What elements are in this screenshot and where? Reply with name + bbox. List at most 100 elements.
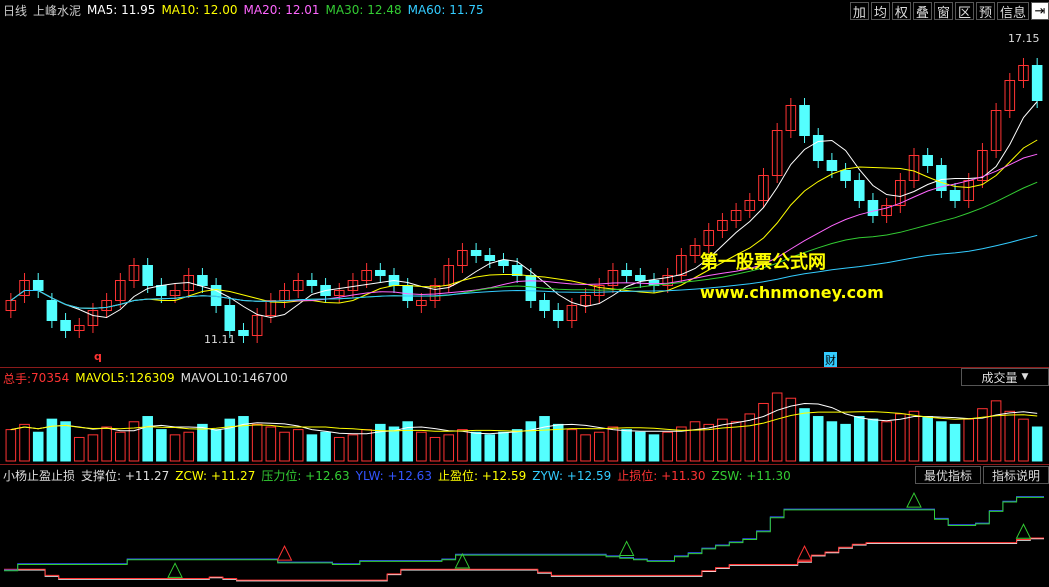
- volume-bar: [429, 436, 441, 462]
- forecast-button[interactable]: 预: [975, 2, 995, 21]
- volume-header: 总手: 70354 MAVOL5: 126309 MAVOL10: 146700: [0, 368, 960, 388]
- volume-bar: [292, 429, 304, 462]
- mavol10-value: 146700: [241, 371, 288, 385]
- ma-entry: MA30: 12.48: [325, 3, 402, 17]
- event-marker-finance[interactable]: 财: [824, 352, 837, 368]
- volume-chart[interactable]: [0, 387, 1049, 463]
- volume-bar: [457, 429, 468, 462]
- volume-bar: [238, 416, 249, 462]
- candle: [224, 305, 236, 331]
- indicator-value: 压力位: +12.63: [261, 468, 350, 483]
- volume-bar: [1004, 410, 1016, 462]
- volume-bar: [265, 426, 277, 462]
- candle: [922, 155, 933, 166]
- volume-bar: [5, 429, 17, 462]
- volume-bar: [46, 418, 58, 462]
- average-button[interactable]: 均: [870, 2, 890, 21]
- collapse-button[interactable]: ⇥: [1031, 2, 1049, 20]
- signal-triangle: [454, 552, 471, 569]
- dropdown-arrow-icon: ▼: [1021, 372, 1029, 382]
- candle: [853, 180, 865, 201]
- candle: [812, 135, 824, 161]
- signal-triangle: [167, 562, 183, 578]
- volume-bar: [799, 408, 810, 462]
- volume-bar: [87, 434, 99, 462]
- watermark-title: 第一股票公式网: [700, 252, 826, 273]
- candle: [635, 275, 646, 281]
- volume-bar: [662, 431, 673, 462]
- volume-bar: [949, 423, 961, 462]
- overlay-button[interactable]: 叠: [912, 2, 932, 21]
- candle: [210, 285, 222, 306]
- volume-bar: [388, 426, 400, 462]
- indicator-buttons: 最优指标 指标说明: [913, 466, 1049, 484]
- add-button[interactable]: 加: [849, 2, 869, 21]
- candle: [525, 275, 537, 301]
- volume-bar: [771, 392, 783, 462]
- volume-bar: [498, 431, 509, 462]
- volume-bar: [484, 434, 496, 462]
- volume-bar: [224, 418, 236, 462]
- volume-bar: [635, 431, 646, 462]
- indicator-value: 支撑位: +11.27: [81, 468, 170, 483]
- candle: [32, 280, 44, 291]
- volume-bar: [169, 434, 181, 462]
- ma-entry: MA10: 12.00: [161, 3, 238, 17]
- window-button[interactable]: 窗: [933, 2, 953, 21]
- indicator-name: 小杨止盈止损: [3, 468, 76, 483]
- volume-bar: [593, 431, 605, 462]
- volume-bar: [142, 416, 153, 462]
- high-price-label: 17.15: [1008, 32, 1040, 45]
- signal-triangle: [1015, 523, 1032, 539]
- volume-bar: [895, 413, 906, 462]
- volume-bar: [511, 429, 523, 462]
- resistance-line: [4, 496, 1044, 571]
- volume-bar: [375, 423, 386, 462]
- price-header: 日线 上峰水泥 MA5: 11.95 MA10: 12.00 MA20: 12.01…: [0, 0, 850, 20]
- candle: [949, 190, 961, 201]
- watermark-url: www.chnmoney.com: [700, 283, 884, 302]
- volume-bar: [19, 423, 30, 462]
- volume-bar: [936, 421, 947, 462]
- period-label[interactable]: 日线: [3, 2, 27, 19]
- ma-entry: MA60: 11.75: [407, 3, 484, 17]
- weight-button[interactable]: 权: [891, 2, 911, 21]
- indicator-value: 止盈位: +12.59: [437, 468, 527, 483]
- indicator-help-button[interactable]: 指标说明: [982, 466, 1049, 484]
- volume-bar: [580, 434, 591, 462]
- price-chart[interactable]: [0, 20, 1049, 366]
- ma-entry: MA20: 12.01: [243, 3, 320, 17]
- indicator-value: YLW: +12.63: [355, 468, 432, 483]
- volume-bar: [32, 431, 44, 462]
- candle: [1031, 65, 1043, 101]
- signal-triangle: [618, 540, 635, 556]
- candle: [238, 330, 249, 336]
- event-marker-q[interactable]: q: [94, 350, 102, 363]
- indicator-value: ZSW: +11.30: [711, 468, 791, 483]
- volume-bar: [525, 421, 537, 462]
- info-button[interactable]: 信息: [996, 2, 1029, 21]
- candle: [470, 250, 482, 256]
- volume-bar: [73, 436, 85, 462]
- volume-indicator-select[interactable]: 成交量 ▼: [961, 368, 1049, 386]
- indicator-chart[interactable]: [0, 484, 1049, 587]
- volume-bar: [197, 423, 208, 462]
- volume-bar: [416, 431, 427, 462]
- volume-bar: [60, 421, 71, 462]
- volume-bar: [922, 416, 933, 462]
- range-button[interactable]: 区: [954, 2, 974, 21]
- candle: [539, 300, 550, 311]
- candle: [156, 285, 167, 296]
- candle: [484, 255, 496, 261]
- volume-bar: [607, 426, 619, 462]
- signal-triangle: [796, 545, 813, 561]
- candle: [552, 310, 564, 321]
- volume-bar: [689, 421, 701, 462]
- indicator-values: 支撑位: +11.27 ZCW: +11.27 压力位: +12.63 YLW: +1…: [81, 467, 797, 484]
- candle: [306, 280, 318, 286]
- volume-bar: [881, 421, 892, 462]
- volume-bar: [785, 397, 797, 462]
- best-indicator-button[interactable]: 最优指标: [914, 466, 981, 484]
- volume-bar: [361, 429, 372, 462]
- candle: [826, 160, 838, 171]
